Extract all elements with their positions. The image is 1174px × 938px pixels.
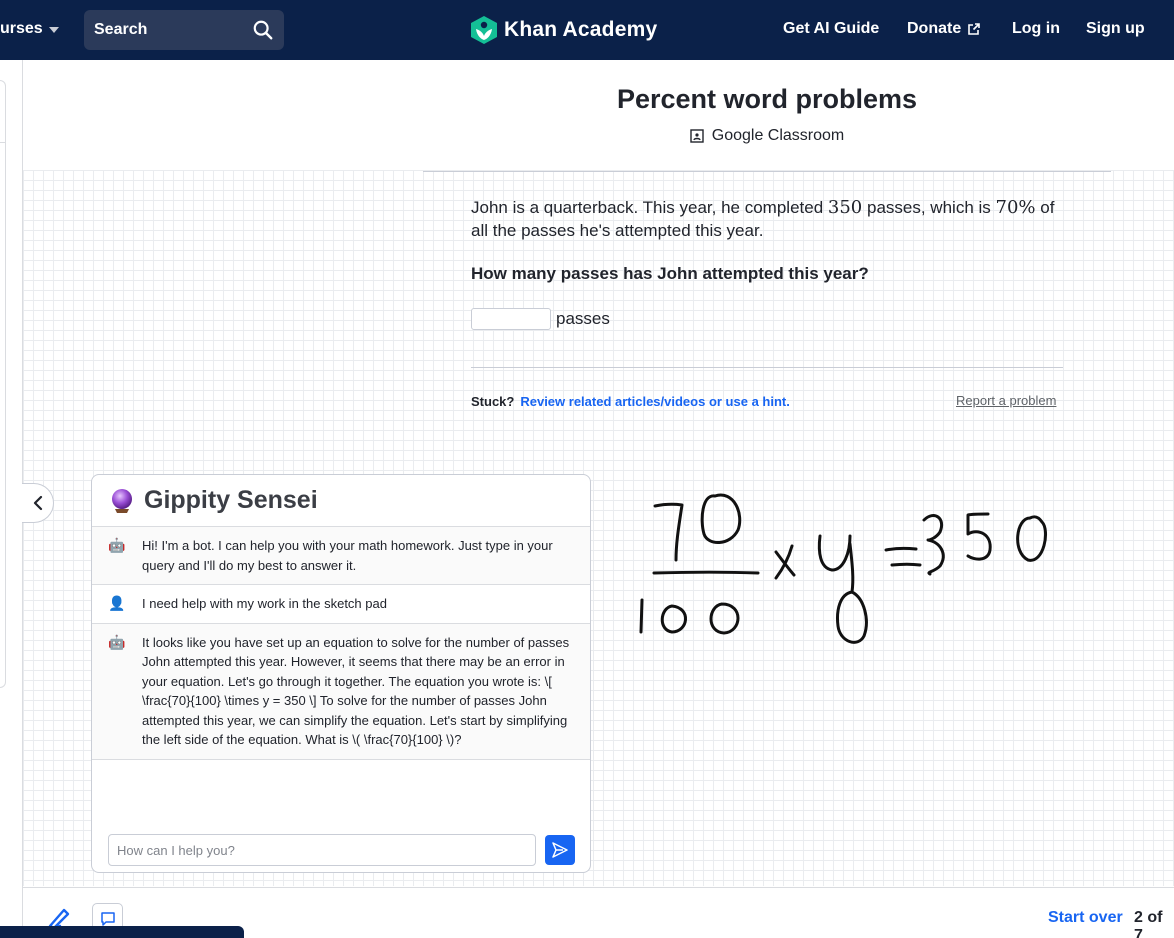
progress-indicator: 2 of 7 xyxy=(1134,909,1163,938)
problem-statement: John is a quarterback. This year, he com… xyxy=(471,196,1061,242)
logo-text: Khan Academy xyxy=(504,18,658,41)
robot-icon: 🤖 xyxy=(108,537,126,553)
get-ai-guide-link[interactable]: Get AI Guide xyxy=(783,20,879,38)
google-classroom-button[interactable]: Google Classroom xyxy=(423,127,1111,145)
answer-unit: passes xyxy=(556,309,610,328)
chat-header: Gippity Sensei xyxy=(92,475,590,527)
login-link[interactable]: Log in xyxy=(1012,20,1060,38)
exercise-title: Percent word problems xyxy=(616,84,918,114)
bottom-panel-edge xyxy=(0,926,244,938)
sketch-pad-drawing[interactable] xyxy=(630,480,1060,660)
help-row: Stuck? Review related articles/videos or… xyxy=(471,394,790,409)
send-button[interactable] xyxy=(545,835,575,865)
top-navigation: urses Search Khan Academy Get AI Guide D… xyxy=(0,0,1174,60)
chevron-left-icon xyxy=(33,495,42,511)
stuck-label: Stuck? xyxy=(471,394,515,409)
courses-label: urses xyxy=(0,20,43,37)
get-ai-guide-label: Get AI Guide xyxy=(783,20,880,37)
khan-academy-logo[interactable]: Khan Academy xyxy=(470,15,657,45)
divider xyxy=(0,142,6,143)
completed-passes-value: 350 xyxy=(827,197,863,218)
percent-value: 70% xyxy=(995,197,1036,218)
answer-input[interactable] xyxy=(471,308,551,330)
chat-input[interactable] xyxy=(108,834,536,866)
divider xyxy=(423,171,1111,172)
search-label: Search xyxy=(94,21,148,38)
chat-bubble-icon xyxy=(100,911,115,926)
message-text: It looks like you have set up an equatio… xyxy=(142,634,570,748)
chevron-down-icon xyxy=(48,27,59,33)
signup-link[interactable]: Sign up xyxy=(1086,20,1145,38)
chat-message-bot: 🤖 Hi! I'm a bot. I can help you with you… xyxy=(92,527,590,585)
signup-label: Sign up xyxy=(1086,20,1145,37)
sidebar-card xyxy=(0,80,6,688)
google-classroom-label: Google Classroom xyxy=(711,127,845,144)
question-text: How many passes has John attempted this … xyxy=(471,264,869,283)
report-problem-link[interactable]: Report a problem xyxy=(956,393,1056,408)
donate-label: Donate xyxy=(907,20,962,37)
courses-menu[interactable]: urses xyxy=(0,20,59,38)
left-sidebar xyxy=(0,60,23,938)
send-icon xyxy=(552,842,568,858)
problem-text: passes, which is xyxy=(867,198,991,217)
khan-logo-icon xyxy=(471,16,497,44)
search-box[interactable]: Search xyxy=(84,10,284,50)
login-label: Log in xyxy=(1012,20,1060,37)
chat-panel: Gippity Sensei 🤖 Hi! I'm a bot. I can he… xyxy=(91,474,591,873)
donate-link[interactable]: Donate xyxy=(907,20,981,38)
chat-title: Gippity Sensei xyxy=(144,486,318,514)
external-link-icon xyxy=(968,23,981,35)
user-icon: 👤 xyxy=(108,595,126,611)
crystal-ball-icon xyxy=(112,488,132,513)
chat-message-user: 👤 I need help with my work in the sketch… xyxy=(92,585,590,624)
chat-message-bot: 🤖 It looks like you have set up an equat… xyxy=(92,623,590,760)
problem-text: John is a quarterback. This year, he com… xyxy=(471,198,824,217)
answer-row: passes xyxy=(471,308,610,330)
divider xyxy=(471,367,1063,368)
robot-icon: 🤖 xyxy=(108,633,126,650)
message-text: I need help with my work in the sketch p… xyxy=(142,596,387,611)
message-text: Hi! I'm a bot. I can help you with your … xyxy=(142,538,553,573)
hint-link[interactable]: Review related articles/videos or use a … xyxy=(520,394,790,409)
search-icon xyxy=(253,20,273,40)
google-classroom-icon xyxy=(690,129,704,143)
start-over-button[interactable]: Start over xyxy=(1048,909,1123,927)
chat-input-row xyxy=(108,834,575,866)
